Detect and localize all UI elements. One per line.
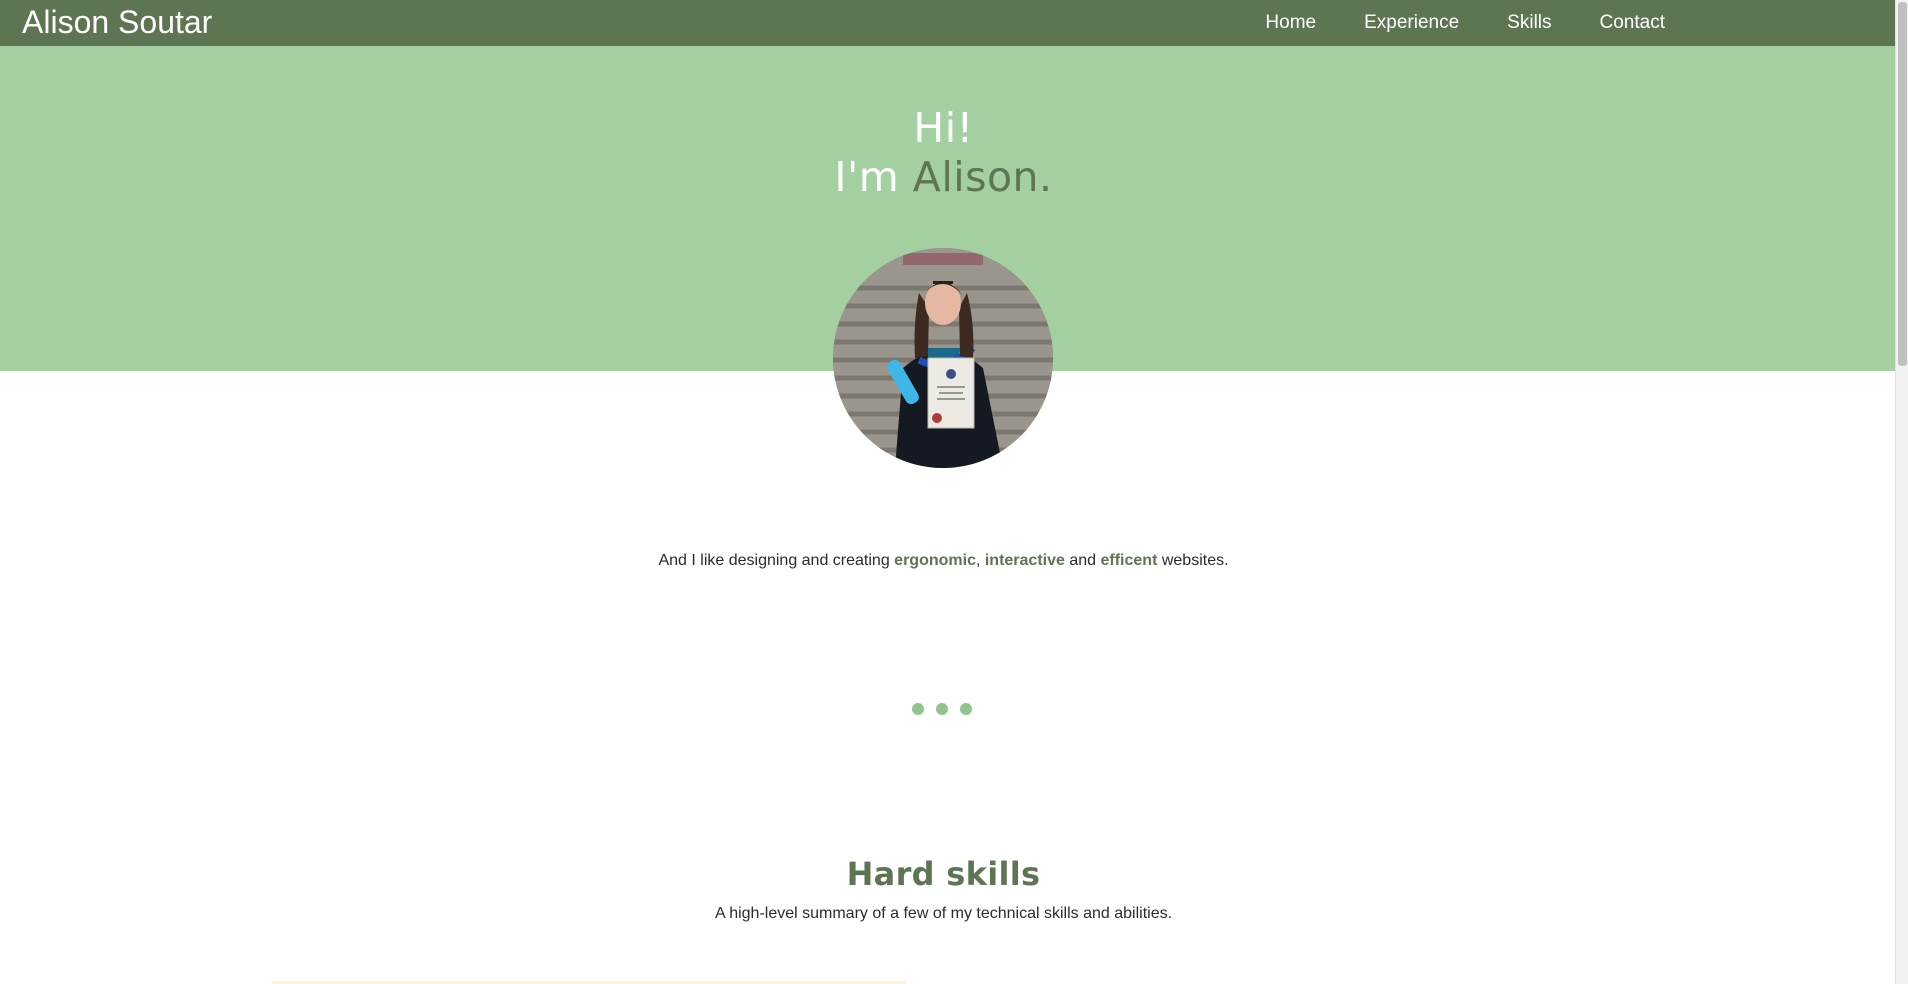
tagline-sep2: and bbox=[1064, 552, 1101, 569]
dot-icon bbox=[960, 703, 972, 715]
tagline-sep1: , bbox=[975, 552, 985, 569]
nav-experience-link[interactable]: Experience bbox=[1364, 12, 1459, 34]
page-scrollbar[interactable] bbox=[1895, 0, 1908, 984]
nav-contact-link[interactable]: Contact bbox=[1600, 12, 1665, 34]
hero-intro: I'm Alison. bbox=[0, 153, 1887, 202]
tagline-word-interactive: interactive bbox=[984, 552, 1065, 569]
graduation-photo-image bbox=[833, 248, 1053, 468]
typing-dots-indicator bbox=[912, 703, 984, 715]
scrollbar-thumb[interactable] bbox=[1898, 2, 1907, 366]
hero-greeting: Hi! bbox=[913, 104, 974, 152]
tagline: And I like designing and creating ergono… bbox=[0, 552, 1887, 570]
nav-links: Home Experience Skills Contact bbox=[1217, 0, 1665, 46]
dot-icon bbox=[912, 703, 924, 715]
navbar: Alison Soutar Home Experience Skills Con… bbox=[0, 0, 1895, 46]
nav-skills-link[interactable]: Skills bbox=[1507, 12, 1551, 34]
brand-link[interactable]: Alison Soutar bbox=[22, 3, 212, 41]
dot-icon bbox=[936, 703, 948, 715]
skills-title: Hard skills bbox=[846, 855, 1041, 893]
hero-intro-name: Alison. bbox=[912, 153, 1053, 201]
tagline-end: websites. bbox=[1157, 552, 1229, 569]
skills-subtitle: A high-level summary of a few of my tech… bbox=[714, 905, 1173, 922]
nav-home-link[interactable]: Home bbox=[1265, 12, 1316, 34]
avatar bbox=[833, 248, 1053, 468]
tagline-part1: And I like designing and creating bbox=[658, 552, 895, 569]
tagline-word-efficent: efficent bbox=[1100, 552, 1158, 569]
tagline-word-ergonomic: ergonomic bbox=[894, 552, 976, 569]
hero-intro-prefix: I'm bbox=[834, 153, 913, 201]
